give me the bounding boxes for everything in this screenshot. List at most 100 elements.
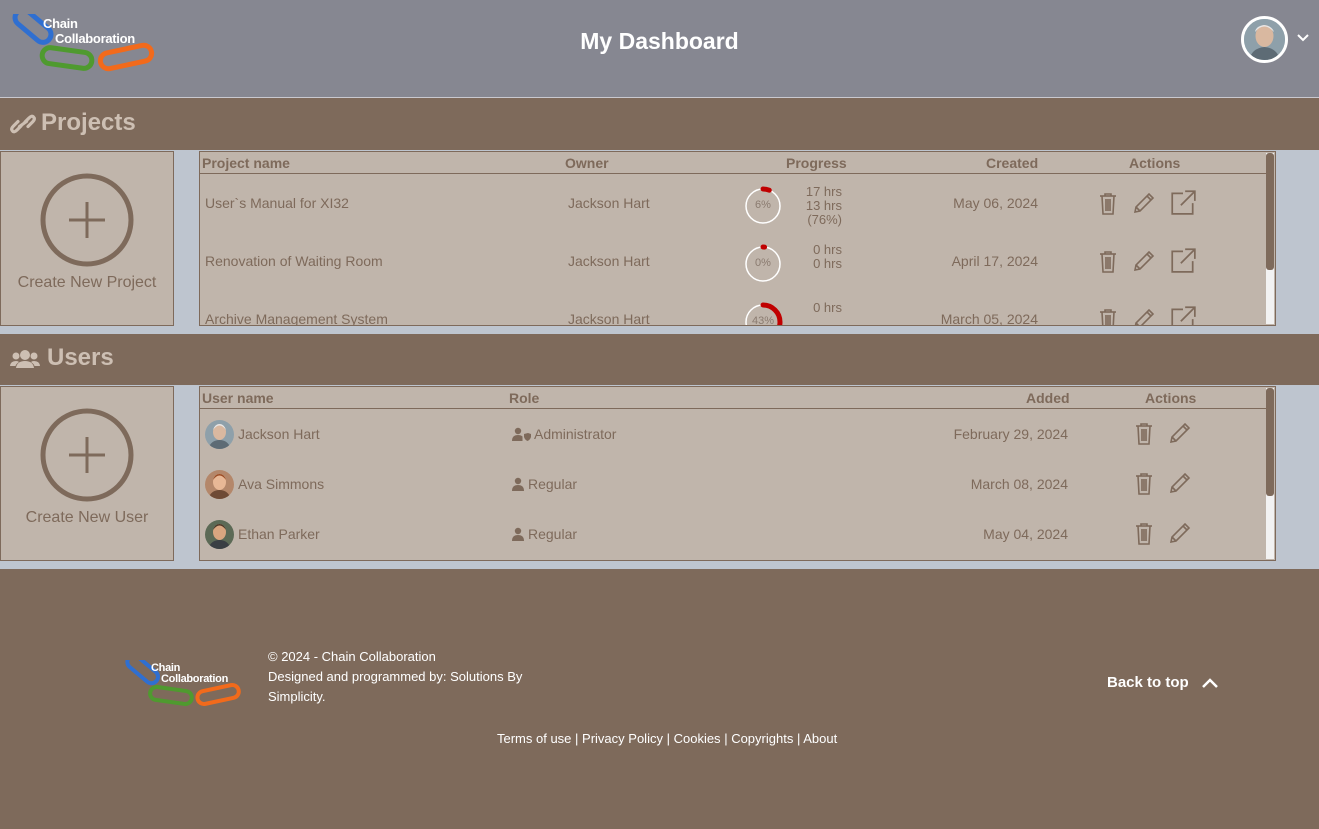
footer-link-copyrights[interactable]: Copyrights xyxy=(731,731,793,746)
user-added: May 04, 2024 xyxy=(983,526,1068,542)
user-role-label: Regular xyxy=(528,476,578,492)
progress-ring: 6% xyxy=(743,186,783,226)
table-row[interactable]: User`s Manual for XI32 Jackson Hart 6% 17 h… xyxy=(200,175,1266,233)
pencil-icon[interactable] xyxy=(1167,420,1193,446)
back-to-top-label: Back to top xyxy=(1107,674,1189,691)
footer-credits-line2: Simplicity. xyxy=(268,689,326,704)
users-scrollbar-thumb[interactable] xyxy=(1266,388,1274,496)
col-header-added[interactable]: Added xyxy=(1026,390,1070,406)
progress-ring: 43% xyxy=(743,302,783,325)
users-icon xyxy=(10,350,40,368)
create-user-label: Create New User xyxy=(25,509,149,526)
user-icon xyxy=(511,477,525,494)
project-name[interactable]: Archive Management System xyxy=(205,311,388,325)
table-row[interactable]: Renovation of Waiting Room Jackson Hart 0%… xyxy=(200,233,1266,291)
users-table: User name Role Added Actions Jackson Har… xyxy=(199,386,1276,561)
trash-icon[interactable] xyxy=(1131,420,1157,446)
table-row[interactable]: Archive Management System Jackson Hart 43%… xyxy=(200,291,1266,326)
back-to-top-button[interactable]: Back to top xyxy=(1107,674,1219,691)
external-link-icon[interactable] xyxy=(1169,304,1196,325)
pencil-icon[interactable] xyxy=(1131,248,1157,274)
project-owner: Jackson Hart xyxy=(568,253,650,269)
progress-hours: 17 hrs 13 hrs (76%) xyxy=(785,185,842,227)
col-header-created[interactable]: Created xyxy=(986,155,1038,171)
footer-link-privacy[interactable]: Privacy Policy xyxy=(582,731,663,746)
col-header-owner[interactable]: Owner xyxy=(565,155,609,171)
link-icon xyxy=(10,114,36,134)
user-role: Administrator xyxy=(511,426,616,444)
footer-link-separator: | xyxy=(666,731,674,746)
footer-logo-text-line2: Collaboration xyxy=(161,673,228,685)
footer-link-cookies[interactable]: Cookies xyxy=(674,731,721,746)
footer-links: Terms of use | Privacy Policy | Cookies … xyxy=(497,731,837,746)
progress-hours: 0 hrs xyxy=(785,301,842,315)
pencil-icon[interactable] xyxy=(1167,470,1193,496)
avatar-portrait-icon xyxy=(1244,19,1285,60)
chevron-up-icon xyxy=(1201,678,1218,688)
user-name[interactable]: Jackson Hart xyxy=(238,426,320,442)
users-section-body: Create New User User name Role Added Act… xyxy=(0,385,1319,569)
col-header-progress[interactable]: Progress xyxy=(786,155,847,171)
create-user-button[interactable]: Create New User xyxy=(0,386,174,561)
col-header-actions: Actions xyxy=(1129,155,1181,171)
footer-link-terms[interactable]: Terms of use xyxy=(497,731,571,746)
create-project-button[interactable]: Create New Project xyxy=(0,151,174,326)
project-name[interactable]: User`s Manual for XI32 xyxy=(205,195,349,211)
user-role-label: Regular xyxy=(528,526,578,542)
col-header-actions: Actions xyxy=(1145,390,1197,406)
hours-spent: 0 hrs xyxy=(813,256,842,271)
hours-percent: (76%) xyxy=(807,212,842,227)
trash-icon[interactable] xyxy=(1095,306,1121,325)
user-avatar-menu[interactable] xyxy=(1241,16,1288,63)
col-header-role[interactable]: Role xyxy=(509,390,539,406)
projects-section-body: Create New Project Project name Owner Pr… xyxy=(0,150,1319,334)
col-header-project-name[interactable]: Project name xyxy=(202,155,290,171)
pencil-icon[interactable] xyxy=(1131,306,1157,325)
users-table-header: User name Role Added Actions xyxy=(200,387,1266,409)
project-name[interactable]: Renovation of Waiting Room xyxy=(205,253,383,269)
projects-scrollbar-thumb[interactable] xyxy=(1266,153,1274,270)
users-section-title: Users xyxy=(47,344,114,371)
hours-total: 0 hrs xyxy=(813,300,842,315)
pencil-icon[interactable] xyxy=(1167,520,1193,546)
trash-icon[interactable] xyxy=(1131,520,1157,546)
project-owner: Jackson Hart xyxy=(568,195,650,211)
external-link-icon[interactable] xyxy=(1169,188,1196,215)
footer-copyright: © 2024 - Chain Collaboration xyxy=(268,649,436,664)
users-section-header: Users xyxy=(0,334,1319,385)
trash-icon[interactable] xyxy=(1131,470,1157,496)
pencil-icon[interactable] xyxy=(1131,190,1157,216)
avatar xyxy=(205,420,234,449)
project-created: March 05, 2024 xyxy=(940,311,1038,326)
progress-percent: 0% xyxy=(755,257,771,269)
create-project-label: Create New Project xyxy=(17,274,157,291)
progress-percent: 6% xyxy=(755,199,771,211)
plus-circle-icon xyxy=(40,173,134,267)
avatar xyxy=(205,520,234,549)
user-name[interactable]: Ava Simmons xyxy=(238,476,324,492)
user-added: March 08, 2024 xyxy=(970,476,1068,492)
table-row[interactable]: Ava Simmons Regular March 08, 2024 xyxy=(200,460,1266,510)
footer-logo[interactable]: Chain Collaboration xyxy=(124,653,242,710)
avatar xyxy=(205,470,234,499)
table-row[interactable]: Jackson Hart Administrator February 29, 20… xyxy=(200,410,1266,460)
project-owner: Jackson Hart xyxy=(568,311,650,326)
user-shield-icon xyxy=(511,427,531,444)
user-role: Regular xyxy=(511,526,577,544)
hours-total: 0 hrs xyxy=(813,242,842,257)
col-header-user-name[interactable]: User name xyxy=(202,390,274,406)
external-link-icon[interactable] xyxy=(1169,246,1196,273)
projects-table-header: Project name Owner Progress Created Acti… xyxy=(200,152,1266,174)
user-name[interactable]: Ethan Parker xyxy=(238,526,320,542)
project-created: April 17, 2024 xyxy=(951,253,1038,269)
trash-icon[interactable] xyxy=(1095,248,1121,274)
chain-logo-icon xyxy=(125,653,241,707)
top-header: Chain Collaboration My Dashboard xyxy=(0,0,1319,98)
page-title: My Dashboard xyxy=(580,28,739,54)
trash-icon[interactable] xyxy=(1095,190,1121,216)
footer-link-separator: | xyxy=(575,731,583,746)
chevron-down-icon[interactable] xyxy=(1295,30,1311,46)
footer-link-about[interactable]: About xyxy=(803,731,837,746)
user-added: February 29, 2024 xyxy=(953,426,1068,442)
table-row[interactable]: Ethan Parker Regular May 04, 2024 xyxy=(200,510,1266,560)
